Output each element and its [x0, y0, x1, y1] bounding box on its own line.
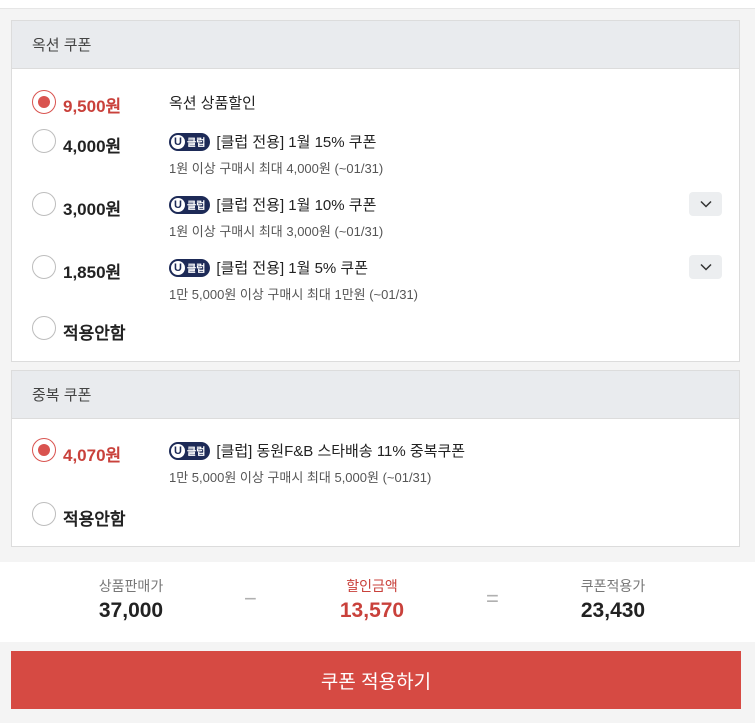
club-badge-u: U: [171, 443, 185, 458]
coupon-title: [클럽 전용] 1월 10% 쿠폰: [216, 197, 377, 214]
club-badge-icon: U 클럽: [169, 258, 211, 277]
club-badge-u: U: [171, 260, 185, 275]
club-badge-icon: U 클럽: [169, 132, 211, 151]
club-badge-u: U: [171, 197, 185, 212]
coupon-amount: 9,500원: [63, 97, 122, 116]
coupon-option-row[interactable]: 적용안함: [12, 315, 739, 345]
coupon-title: 옥션 상품할인: [169, 95, 256, 112]
club-badge-text: 클럽: [187, 447, 206, 458]
chevron-down-icon: [699, 200, 712, 208]
sale-price-label: 상품판매가: [98, 578, 164, 594]
no-coupon-label: 적용안함: [63, 510, 126, 529]
expand-chevron-button[interactable]: [689, 192, 722, 216]
expand-chevron-button[interactable]: [689, 255, 722, 279]
equals-icon: =: [486, 586, 499, 611]
coupon-option-row[interactable]: 적용안함: [12, 501, 739, 531]
radio-button[interactable]: [32, 129, 56, 153]
section-title: 중복 쿠폰: [12, 371, 739, 419]
final-price-value: 23,430: [580, 599, 646, 622]
coupon-option-row[interactable]: 9,500원 옥션 상품할인: [12, 89, 739, 119]
coupon-description: U 클럽 [클럽 전용] 1월 10% 쿠폰: [169, 194, 376, 215]
coupon-description: U 클럽 [클럽] 동원F&B 스타배송 11% 중복쿠폰: [169, 440, 465, 461]
coupon-amount: 4,000원: [63, 137, 122, 156]
club-badge-u: U: [171, 134, 185, 149]
coupon-option-row[interactable]: 3,000원 U 클럽 [클럽 전용] 1월 10% 쿠폰 1원 이상 구매시 최…: [12, 191, 739, 241]
chevron-down-icon: [699, 263, 712, 271]
final-price: 쿠폰적용가 23,430: [533, 576, 693, 623]
coupon-option-row[interactable]: 4,070원 U 클럽 [클럽] 동원F&B 스타배송 11% 중복쿠폰 1만 5…: [12, 437, 739, 487]
coupon-condition: 1원 이상 구매시 최대 3,000원 (~01/31): [169, 224, 384, 239]
minus-icon: −: [244, 586, 257, 611]
discount-amount: 할인금액 13,570: [292, 576, 452, 623]
duplicate-coupon-section: 중복 쿠폰 4,070원 U 클럽 [클럽] 동원F&B 스타배송 11% 중복쿠…: [11, 370, 740, 547]
radio-button-selected[interactable]: [32, 438, 56, 462]
coupon-description: U 클럽 [클럽 전용] 1월 15% 쿠폰: [169, 131, 376, 152]
coupon-title: [클럽] 동원F&B 스타배송 11% 중복쿠폰: [216, 443, 466, 460]
coupon-amount: 1,850원: [63, 263, 122, 282]
club-badge-icon: U 클럽: [169, 195, 211, 214]
auction-coupon-section: 옥션 쿠폰 9,500원 옥션 상품할인 4,000원 U 클럽 [클럽 전용] …: [11, 20, 740, 362]
discount-label: 할인금액: [346, 578, 398, 594]
coupon-condition: 1만 5,000원 이상 구매시 최대 1만원 (~01/31): [169, 287, 419, 302]
radio-button-selected[interactable]: [32, 90, 56, 114]
radio-button[interactable]: [32, 502, 56, 526]
no-coupon-label: 적용안함: [63, 324, 126, 343]
sale-price-value: 37,000: [98, 599, 164, 622]
coupon-option-row[interactable]: 1,850원 U 클럽 [클럽 전용] 1월 5% 쿠폰 1만 5,000원 이상…: [12, 254, 739, 304]
radio-button[interactable]: [32, 316, 56, 340]
coupon-description: 옥션 상품할인: [169, 92, 256, 113]
radio-button[interactable]: [32, 255, 56, 279]
coupon-amount: 4,070원: [63, 446, 122, 465]
coupon-condition: 1만 5,000원 이상 구매시 최대 5,000원 (~01/31): [169, 470, 432, 485]
radio-button[interactable]: [32, 192, 56, 216]
club-badge-icon: U 클럽: [169, 441, 211, 460]
final-price-label: 쿠폰적용가: [580, 578, 646, 594]
coupon-title: [클럽 전용] 1월 5% 쿠폰: [216, 260, 369, 277]
coupon-title: [클럽 전용] 1월 15% 쿠폰: [216, 134, 377, 151]
discount-value: 13,570: [339, 599, 405, 622]
coupon-option-row[interactable]: 4,000원 U 클럽 [클럽 전용] 1월 15% 쿠폰 1원 이상 구매시 최…: [12, 128, 739, 178]
club-badge-text: 클럽: [187, 138, 206, 149]
club-badge-text: 클럽: [187, 201, 206, 212]
club-badge-text: 클럽: [187, 264, 206, 275]
coupon-description: U 클럽 [클럽 전용] 1월 5% 쿠폰: [169, 257, 368, 278]
section-title: 옥션 쿠폰: [12, 21, 739, 69]
coupon-condition: 1원 이상 구매시 최대 4,000원 (~01/31): [169, 161, 384, 176]
coupon-amount: 3,000원: [63, 200, 122, 219]
top-divider: [0, 0, 755, 9]
apply-coupon-button[interactable]: 쿠폰 적용하기: [11, 651, 741, 709]
sale-price: 상품판매가 37,000: [51, 576, 211, 623]
price-summary: 상품판매가 37,000 − 할인금액 13,570 = 쿠폰적용가 23,43…: [0, 562, 755, 642]
